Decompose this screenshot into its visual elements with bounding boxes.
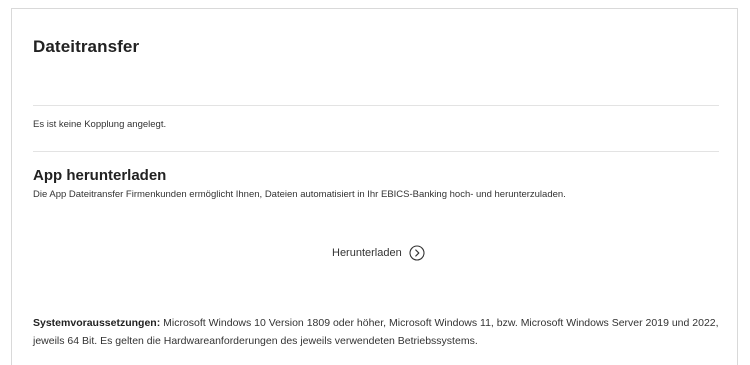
coupling-status-text: Es ist keine Kopplung angelegt. [33,119,167,130]
system-requirements-label: Systemvoraussetzungen: [33,317,161,329]
page-title: Dateitransfer [33,37,140,56]
app-download-description: Die App Dateitransfer Firmenkunden ermög… [33,189,566,200]
app-download-heading: App herunterladen [33,167,167,184]
system-requirements: Systemvoraussetzungen: Microsoft Windows… [33,314,733,350]
divider [33,151,719,152]
chevron-right-circle-icon [409,245,425,261]
divider [33,105,719,106]
download-label: Herunterladen [332,247,402,259]
dateitransfer-panel: Dateitransfer Es ist keine Kopplung ange… [11,8,738,365]
download-button[interactable]: Herunterladen [332,243,425,263]
